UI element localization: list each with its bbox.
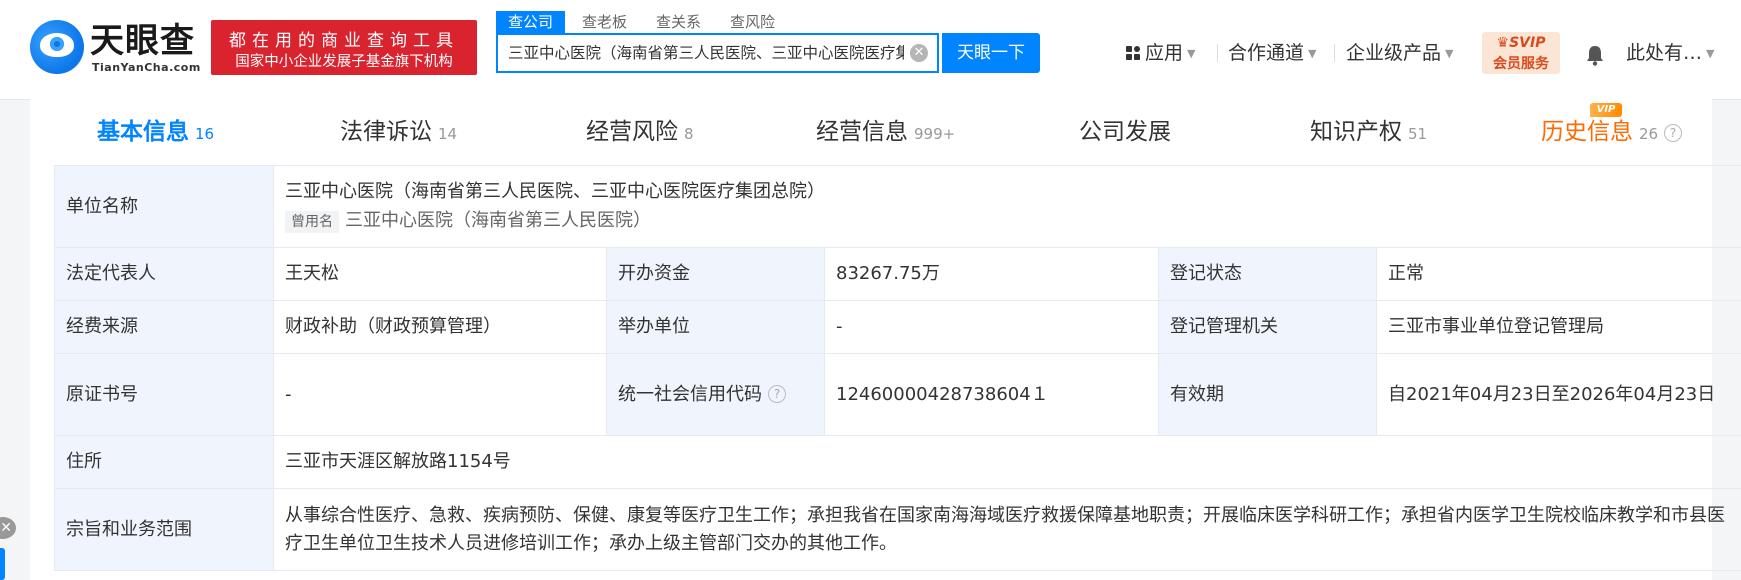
- chevron-down-icon: ▼: [1308, 47, 1317, 60]
- tab-label: 经营风险: [586, 119, 678, 145]
- fund-source-value: 财政补助（财政预算管理）: [273, 300, 607, 354]
- slogan-banner: 都在用的商业查询工具 国家中小企业发展子基金旗下机构: [211, 20, 477, 75]
- tab-label: 法律诉讼: [340, 119, 432, 145]
- grid-icon: [1126, 46, 1140, 60]
- scope-label: 宗旨和业务范围: [54, 488, 274, 571]
- tab-label: 基本信息: [97, 119, 189, 145]
- tab-count: 51: [1408, 125, 1428, 143]
- search-tab-relation[interactable]: 查关系: [644, 11, 713, 33]
- search-box: 三亚中心医院（海南省第三人民医院、三亚中心医院医疗集团总院） ✕: [496, 33, 939, 73]
- nav-apps[interactable]: 应用 ▼: [1126, 40, 1195, 66]
- basic-info-panel: 单位名称 三亚中心医院（海南省第三人民医院、三亚中心医院医疗集团总院） 曾用名三…: [30, 165, 1741, 580]
- nav-channel-label: 合作通道: [1228, 42, 1305, 64]
- basic-info-table: 单位名称 三亚中心医院（海南省第三人民医院、三亚中心医院医疗集团总院） 曾用名三…: [54, 165, 1741, 571]
- chevron-down-icon: ▼: [1706, 47, 1715, 60]
- nav-divider: [1217, 44, 1218, 62]
- user-name: 此处有…: [1626, 42, 1703, 64]
- tab-operation-info[interactable]: 经营信息 999+: [816, 99, 955, 165]
- used-name-row: 曾用名 三亚中心医院（海南省第三人民医院）: [285, 207, 1730, 235]
- tab-label: 经营信息: [816, 119, 908, 145]
- validity-label: 有效期: [1158, 353, 1377, 436]
- slogan-line-1: 都在用的商业查询工具: [229, 31, 459, 51]
- help-icon[interactable]: ?: [768, 384, 786, 403]
- legal-rep-label: 法定代表人: [54, 247, 274, 301]
- credit-code-label-cell: 统一社会信用代码?: [606, 353, 825, 436]
- capital-label: 开办资金: [606, 247, 825, 301]
- user-menu[interactable]: 此处有… ▼: [1626, 40, 1714, 67]
- tab-development[interactable]: 公司发展: [1079, 99, 1171, 165]
- tab-label: 公司发展: [1079, 119, 1171, 145]
- cert-no-value: -: [273, 353, 607, 436]
- nav-apps-label: 应用: [1145, 42, 1184, 64]
- chevron-down-icon: ▼: [1187, 47, 1196, 60]
- bell-icon[interactable]: [1585, 44, 1605, 66]
- tab-ip[interactable]: 知识产权 51: [1310, 99, 1427, 165]
- side-float-tab[interactable]: [0, 548, 5, 580]
- nav-divider: [1334, 44, 1335, 62]
- tab-operation-risk[interactable]: 经营风险 8: [586, 99, 694, 165]
- tab-count: 14: [438, 125, 458, 143]
- table-row: 住所 三亚市天涯区解放路1154号: [54, 435, 1741, 489]
- svip-button[interactable]: ♛SVIP 会员服务: [1482, 32, 1560, 74]
- tab-count: 999+: [914, 125, 956, 143]
- vip-badge: VIP: [1590, 103, 1622, 117]
- search-tab-company[interactable]: 查公司: [496, 11, 566, 33]
- credit-code-label: 统一社会信用代码: [618, 383, 762, 405]
- unit-name-label: 单位名称: [54, 165, 274, 248]
- tab-count: 16: [195, 125, 215, 143]
- address-label: 住所: [54, 435, 274, 489]
- used-name-tag: 曾用名: [285, 211, 339, 233]
- organizer-label: 举办单位: [606, 300, 825, 354]
- table-row: 原证书号 - 统一社会信用代码? 12460000428738604１ 有效期 …: [54, 353, 1741, 436]
- tianyancha-logo[interactable]: 天眼查 TianYanCha.com: [30, 20, 202, 76]
- tab-label: 历史信息: [1541, 119, 1633, 145]
- validity-value: 自2021年04月23日至2026年04月23日: [1375, 353, 1741, 436]
- close-icon[interactable]: ✕: [0, 517, 16, 539]
- tab-label: 知识产权: [1310, 119, 1402, 145]
- fund-source-label: 经费来源: [54, 300, 274, 354]
- svip-label: ♛SVIP: [1496, 35, 1546, 51]
- unit-name-cell: 三亚中心医院（海南省第三人民医院、三亚中心医院医疗集团总院） 曾用名 三亚中心医院…: [272, 165, 1741, 248]
- organizer-value: -: [824, 300, 1159, 354]
- logo-domain: TianYanCha.com: [92, 61, 201, 74]
- credit-code-value: 12460000428738604１: [824, 353, 1159, 436]
- reg-authority-value: 三亚市事业单位登记管理局: [1375, 300, 1741, 354]
- used-name: 三亚中心医院（海南省第三人民医院）: [345, 210, 651, 231]
- tab-count: 8: [684, 125, 694, 143]
- search-button[interactable]: 天眼一下: [942, 33, 1040, 73]
- eye-logo-icon: [30, 20, 84, 74]
- header: 天眼查 TianYanCha.com 都在用的商业查询工具 国家中小企业发展子基…: [0, 0, 1741, 100]
- scope-value: 从事综合性医疗、急救、疾病预防、保健、康复等医疗卫生工作；承担我省在国家南海海域…: [272, 488, 1741, 571]
- reg-status-label: 登记状态: [1158, 247, 1377, 301]
- nav-channel[interactable]: 合作通道 ▼: [1228, 40, 1316, 66]
- slogan-line-2: 国家中小企业发展子基金旗下机构: [235, 54, 453, 70]
- logo-text: 天眼查: [90, 21, 195, 61]
- table-row: 法定代表人 王天松 开办资金 83267.75万 登记状态 正常: [54, 247, 1741, 301]
- tab-legal[interactable]: 法律诉讼 14: [340, 99, 457, 165]
- chevron-down-icon: ▼: [1445, 47, 1454, 60]
- search-tab-boss[interactable]: 查老板: [570, 11, 639, 33]
- company-section-tabs: 基本信息 16 法律诉讼 14 经营风险 8 经营信息 999+ 公司发展 知识产权 51…: [30, 99, 1712, 166]
- address-value: 三亚市天涯区解放路1154号: [272, 435, 1741, 489]
- table-row: 经费来源 财政补助（财政预算管理） 举办单位 - 登记管理机关 三亚市事业单位登…: [54, 300, 1741, 354]
- svip-service-label: 会员服务: [1493, 56, 1549, 72]
- help-icon[interactable]: ?: [1664, 124, 1683, 142]
- reg-authority-label: 登记管理机关: [1158, 300, 1377, 354]
- cert-no-label: 原证书号: [54, 353, 274, 436]
- capital-value: 83267.75万: [824, 247, 1159, 301]
- nav-enterprise[interactable]: 企业级产品 ▼: [1346, 40, 1453, 66]
- reg-status-value: 正常: [1375, 247, 1741, 301]
- search-tab-risk[interactable]: 查风险: [718, 11, 787, 33]
- nav-enterprise-label: 企业级产品: [1346, 42, 1442, 64]
- tab-basic-info[interactable]: 基本信息 16: [97, 99, 214, 165]
- tab-count: 26: [1639, 125, 1659, 143]
- unit-name: 三亚中心医院（海南省第三人民医院、三亚中心医院医疗集团总院）: [285, 181, 825, 202]
- clear-icon[interactable]: ✕: [910, 44, 928, 62]
- table-row: 单位名称 三亚中心医院（海南省第三人民医院、三亚中心医院医疗集团总院） 曾用名三…: [54, 165, 1741, 248]
- table-row: 宗旨和业务范围 从事综合性医疗、急救、疾病预防、保健、康复等医疗卫生工作；承担我…: [54, 488, 1741, 571]
- search-input[interactable]: 三亚中心医院（海南省第三人民医院、三亚中心医院医疗集团总院）: [508, 35, 904, 71]
- legal-rep-value[interactable]: 王天松: [273, 247, 607, 301]
